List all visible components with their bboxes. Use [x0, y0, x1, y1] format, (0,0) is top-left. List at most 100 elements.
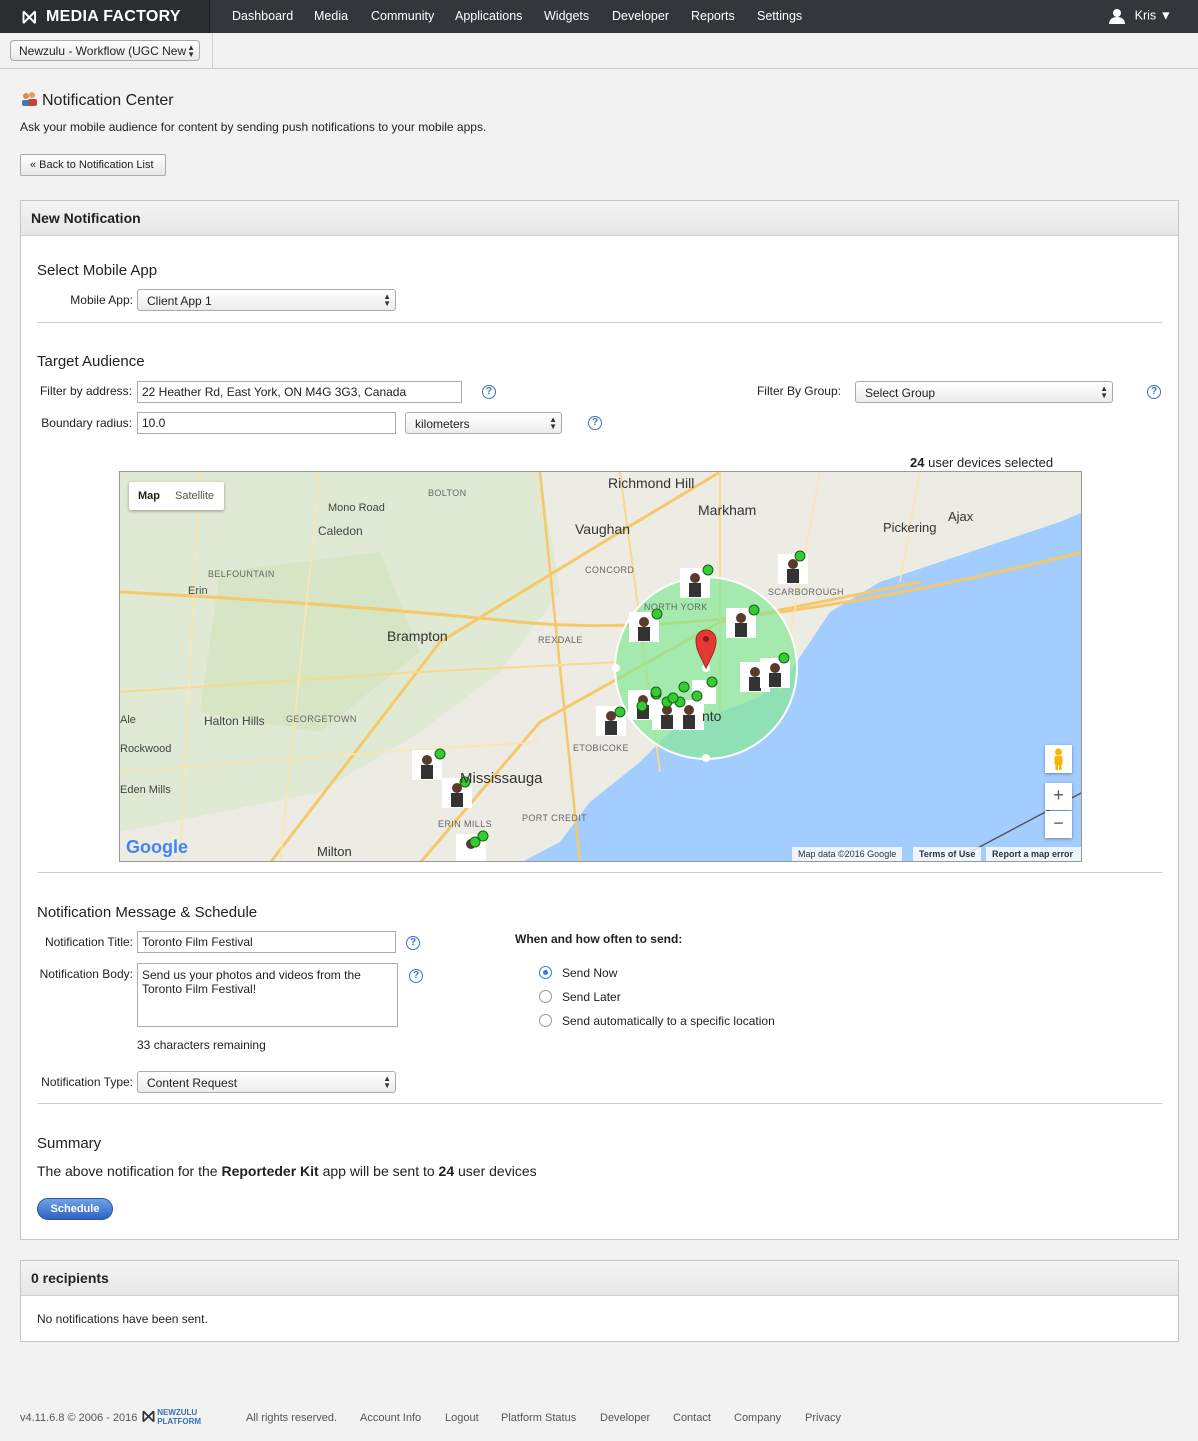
- notification-title-input[interactable]: Toronto Film Festival: [137, 931, 396, 953]
- map-label: Caledon: [318, 524, 363, 538]
- send-later-label[interactable]: Send Later: [562, 990, 621, 1004]
- footer-privacy-link[interactable]: Privacy: [805, 1412, 841, 1424]
- notification-body-textarea[interactable]: Send us your photos and videos from the …: [137, 963, 398, 1027]
- user-menu[interactable]: Kris ▼: [1108, 8, 1172, 24]
- back-to-list-button[interactable]: « Back to Notification List: [20, 154, 166, 176]
- map-label: BELFOUNTAIN: [208, 569, 275, 579]
- divider: [212, 33, 213, 69]
- nav-dashboard[interactable]: Dashboard: [232, 9, 293, 23]
- help-icon[interactable]: ?: [406, 936, 420, 950]
- notification-people-icon: [22, 92, 37, 106]
- send-location-radio[interactable]: [539, 1014, 552, 1027]
- divider: [37, 322, 1162, 323]
- report-map-error-link[interactable]: Report a map error: [986, 847, 1081, 861]
- notification-body-label: Notification Body:: [39, 967, 133, 981]
- map-label: BOLTON: [428, 488, 467, 498]
- device-marker: [412, 550, 808, 861]
- mobile-app-value: Client App 1: [147, 294, 212, 308]
- map-label: Erin: [188, 585, 208, 597]
- map-label: nto: [702, 708, 722, 724]
- footer-platform-status-link[interactable]: Platform Status: [501, 1412, 576, 1424]
- help-icon[interactable]: ?: [1147, 385, 1161, 399]
- footer-account-info-link[interactable]: Account Info: [360, 1412, 421, 1424]
- help-icon[interactable]: ?: [409, 969, 423, 983]
- user-icon: [1108, 9, 1125, 24]
- divider: [37, 872, 1162, 873]
- google-logo: Google: [126, 837, 188, 857]
- map-label: SCARBOROUGH: [768, 587, 844, 597]
- select-arrows-icon: ▲ ▼: [383, 292, 391, 308]
- page-description: Ask your mobile audience for content by …: [20, 120, 487, 134]
- mobile-app-label: Mobile App:: [70, 293, 133, 307]
- street-view-pegman-icon[interactable]: [1045, 745, 1072, 773]
- user-name: Kris: [1134, 8, 1157, 23]
- help-icon[interactable]: ?: [588, 416, 602, 430]
- map-label: Ale: [120, 714, 136, 726]
- map-data-credit: Map data ©2016 Google: [792, 847, 903, 861]
- select-arrows-icon: ▲ ▼: [187, 43, 195, 59]
- map-label: PORT CREDIT: [522, 813, 588, 823]
- radius-unit-select[interactable]: kilometers ▲ ▼: [405, 412, 562, 434]
- newzulu-platform-logo: ⨝ NEWZULU PLATFORM: [142, 1408, 202, 1426]
- map-tab[interactable]: Map: [138, 490, 160, 502]
- workflow-select[interactable]: Newzulu - Workflow (UGC New ▲ ▼: [10, 40, 200, 61]
- map-label: REXDALE: [538, 635, 583, 645]
- send-location-label[interactable]: Send automatically to a specific locatio…: [562, 1014, 775, 1028]
- map-label: Halton Hills: [204, 714, 265, 728]
- mobile-app-select[interactable]: Client App 1 ▲ ▼: [137, 289, 396, 311]
- nav-media[interactable]: Media: [314, 9, 348, 23]
- send-now-radio[interactable]: [539, 966, 552, 979]
- zoom-in-button[interactable]: +: [1045, 783, 1072, 810]
- radius-unit-value: kilometers: [415, 417, 470, 431]
- nav-developer[interactable]: Developer: [612, 9, 669, 23]
- notification-type-value: Content Request: [147, 1076, 238, 1090]
- radius-label: Boundary radius:: [41, 416, 132, 430]
- divider: [37, 1103, 1162, 1104]
- terms-link[interactable]: Terms of Use: [913, 847, 982, 861]
- nav-applications[interactable]: Applications: [455, 9, 522, 23]
- select-arrows-icon: ▲ ▼: [549, 415, 557, 431]
- footer-contact-link[interactable]: Contact: [673, 1412, 711, 1424]
- map-label: GEORGETOWN: [286, 714, 357, 724]
- zoom-out-button[interactable]: −: [1045, 811, 1072, 838]
- nav-widgets[interactable]: Widgets: [544, 9, 589, 23]
- footer-version: v4.11.6.8 © 2006 - 2016: [20, 1412, 138, 1424]
- address-input[interactable]: 22 Heather Rd, East York, ON M4G 3G3, Ca…: [137, 381, 462, 403]
- top-navigation: ⨝ MEDIA FACTORY Dashboard Media Communit…: [0, 0, 1198, 33]
- audience-map[interactable]: Map Satellite Richmond Hill Markham Vaug…: [119, 471, 1082, 862]
- brand-logo[interactable]: ⨝ MEDIA FACTORY: [0, 0, 210, 33]
- map-label: CONCORD: [585, 565, 635, 575]
- map-label: Richmond Hill: [608, 475, 695, 491]
- footer-developer-link[interactable]: Developer: [600, 1412, 650, 1424]
- notification-type-select[interactable]: Content Request ▲ ▼: [137, 1071, 396, 1093]
- schedule-button[interactable]: Schedule: [37, 1198, 113, 1220]
- map-type-control: Map Satellite: [129, 482, 224, 510]
- footer-rights: All rights reserved.: [246, 1412, 338, 1424]
- footer-company-link[interactable]: Company: [734, 1412, 781, 1424]
- satellite-tab[interactable]: Satellite: [175, 490, 214, 502]
- send-now-label[interactable]: Send Now: [562, 966, 617, 980]
- select-app-heading: Select Mobile App: [37, 262, 158, 279]
- target-audience-heading: Target Audience: [37, 353, 145, 370]
- recipients-panel: 0 recipients No notifications have been …: [20, 1260, 1179, 1342]
- nav-settings[interactable]: Settings: [757, 9, 802, 23]
- map-label: Mono Road: [328, 502, 385, 514]
- summary-heading: Summary: [37, 1135, 102, 1152]
- when-to-send-label: When and how often to send:: [515, 932, 683, 946]
- footer-logout-link[interactable]: Logout: [445, 1412, 479, 1424]
- group-value: Select Group: [865, 386, 936, 400]
- new-notification-panel: New Notification Select Mobile App Mobil…: [20, 200, 1179, 1240]
- send-later-radio[interactable]: [539, 990, 552, 1003]
- nav-reports[interactable]: Reports: [691, 9, 735, 23]
- newzulu-logo-icon: ⨝: [22, 7, 37, 27]
- help-icon[interactable]: ?: [482, 385, 496, 399]
- map-label: Rockwood: [120, 743, 172, 755]
- address-label: Filter by address:: [39, 384, 132, 398]
- radius-input[interactable]: 10.0: [137, 412, 396, 434]
- notification-type-label: Notification Type:: [41, 1075, 133, 1089]
- group-select[interactable]: Select Group ▲ ▼: [855, 381, 1113, 403]
- page-title: Notification Center: [20, 91, 174, 110]
- workflow-bar: Newzulu - Workflow (UGC New ▲ ▼: [0, 33, 1198, 69]
- workflow-select-value: Newzulu - Workflow (UGC New: [19, 44, 187, 58]
- nav-community[interactable]: Community: [371, 9, 434, 23]
